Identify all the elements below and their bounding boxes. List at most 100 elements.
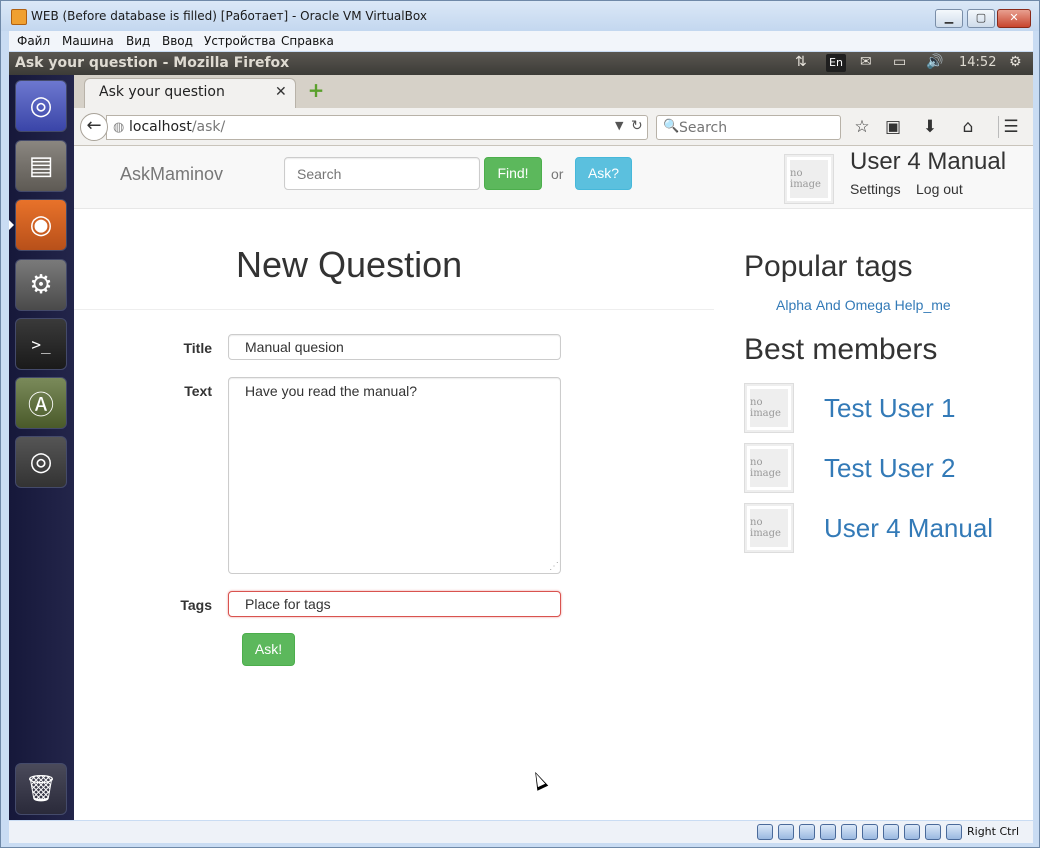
member-avatar[interactable]: no image — [744, 383, 794, 433]
url-host: localhost — [129, 119, 192, 135]
tab-close-icon[interactable]: ✕ — [275, 84, 287, 100]
tag-link[interactable]: Omega — [845, 297, 891, 313]
member-link[interactable]: User 4 Manual — [824, 513, 993, 544]
member-item: no image Test User 1 — [744, 383, 1033, 435]
window-titlebar[interactable]: WEB (Before database is filled) [Работае… — [1, 1, 1039, 31]
member-link[interactable]: Test User 1 — [824, 393, 956, 424]
window-title: WEB (Before database is filled) [Работае… — [31, 9, 427, 23]
virtualbox-window: WEB (Before database is filled) [Работае… — [0, 0, 1040, 848]
toolbar-separator — [998, 116, 999, 138]
popular-tags-heading: Popular tags — [744, 250, 913, 283]
settings-icon[interactable]: ⚙ — [15, 259, 67, 311]
trash-icon[interactable]: 🗑 — [15, 763, 67, 815]
volume-icon[interactable]: 🔊 — [926, 54, 943, 70]
web-page: AskMaminov Find! or Ask? no image User 4… — [74, 146, 1033, 820]
minimize-button[interactable]: ▁ — [935, 9, 963, 28]
keyboard-layout-indicator[interactable]: En — [826, 54, 846, 72]
new-tab-icon[interactable]: + — [306, 80, 326, 101]
avatar-no-image: no image — [747, 446, 791, 490]
tag-link[interactable]: Alpha — [776, 297, 812, 313]
bookmark-star-icon[interactable]: ☆ — [851, 116, 873, 138]
url-text[interactable]: localhost/ask/ — [129, 119, 225, 135]
vbox-status-bar: Right Ctrl — [9, 821, 1033, 843]
software-updater-icon[interactable]: Ⓐ — [15, 377, 67, 429]
cpu-icon[interactable] — [925, 824, 941, 840]
battery-icon[interactable]: ▭ — [893, 54, 906, 70]
network-icon[interactable]: ⇅ — [795, 54, 807, 70]
terminal-icon[interactable]: >_ — [15, 318, 67, 370]
menu-hamburger-icon[interactable]: ☰ — [1000, 116, 1022, 138]
menu-file[interactable]: Файл — [17, 34, 50, 48]
tags-label: Tags — [180, 597, 212, 613]
tag-link[interactable]: And — [816, 297, 841, 313]
vbox-menubar: Файл Машина Вид Ввод Устройства Справка — [9, 31, 1033, 51]
url-bar[interactable]: ◍ localhost/ask/ ▼ ↻ — [106, 115, 648, 140]
popular-tags-list: Alpha And Omega Help_me — [776, 297, 955, 313]
clock[interactable]: 14:52 — [959, 55, 996, 70]
site-navbar: AskMaminov Find! or Ask? no image User 4… — [74, 146, 1033, 209]
member-avatar[interactable]: no image — [744, 503, 794, 553]
browser-search-input[interactable] — [679, 118, 837, 137]
hdd-icon[interactable] — [757, 824, 773, 840]
shared-folders-icon[interactable] — [841, 824, 857, 840]
firefox-window: Ask your question ✕ + ◍ localhost/ask/ ▼… — [74, 75, 1033, 820]
back-button[interactable]: ← — [80, 113, 108, 141]
navigation-toolbar: ◍ localhost/ask/ ▼ ↻ ← 🔍 ☆ ▣ ⬇ ⌂ ☰ — [74, 108, 1033, 146]
reading-list-icon[interactable]: ▣ — [882, 116, 904, 138]
member-link[interactable]: Test User 2 — [824, 453, 956, 484]
tag-link[interactable]: Help_me — [895, 297, 951, 313]
ask-button[interactable]: Ask? — [575, 157, 632, 190]
audio-icon[interactable] — [799, 824, 815, 840]
browser-search-box[interactable]: 🔍 — [656, 115, 841, 140]
url-dropdown-icon[interactable]: ▼ — [615, 119, 623, 132]
mouse-integration-icon[interactable] — [946, 824, 962, 840]
best-members-heading: Best members — [744, 333, 938, 366]
member-item: no image User 4 Manual — [744, 503, 1033, 555]
text-label: Text — [184, 383, 212, 399]
settings-link[interactable]: Settings — [850, 181, 901, 197]
files-icon[interactable]: ▤ — [15, 140, 67, 192]
tab-strip: Ask your question ✕ + — [74, 75, 1033, 108]
tags-input[interactable] — [228, 591, 561, 617]
home-icon[interactable]: ⌂ — [957, 116, 979, 138]
downloads-icon[interactable]: ⬇ — [919, 116, 941, 138]
logout-link[interactable]: Log out — [916, 181, 963, 197]
search-icon: 🔍 — [663, 119, 680, 134]
menu-devices[interactable]: Устройства — [204, 34, 276, 48]
find-button[interactable]: Find! — [484, 157, 542, 190]
avatar-no-image: no image — [747, 506, 791, 550]
ubuntu-top-panel: Ask your question - Mozilla Firefox ⇅ En… — [9, 52, 1033, 75]
menu-machine[interactable]: Машина — [62, 34, 114, 48]
dvd-icon[interactable]: ◎ — [15, 436, 67, 488]
maximize-button[interactable]: ▢ — [967, 9, 995, 28]
text-textarea[interactable]: Have you read the manual? — [228, 377, 561, 574]
site-brand[interactable]: AskMaminov — [120, 164, 223, 185]
display-icon[interactable] — [862, 824, 878, 840]
optical-drive-icon[interactable] — [778, 824, 794, 840]
gear-icon[interactable]: ⚙ — [1009, 54, 1022, 70]
mouse-cursor-icon — [529, 769, 549, 791]
video-capture-icon[interactable] — [904, 824, 920, 840]
active-app-arrow — [9, 220, 14, 230]
guest-screen: Ask your question - Mozilla Firefox ⇅ En… — [9, 52, 1033, 820]
title-label: Title — [183, 340, 212, 356]
menu-help[interactable]: Справка — [281, 34, 334, 48]
user-avatar[interactable]: no image — [784, 154, 834, 204]
close-button[interactable]: ✕ — [997, 9, 1031, 28]
mail-icon[interactable]: ✉ — [860, 54, 872, 70]
title-input[interactable] — [228, 334, 561, 360]
menu-input[interactable]: Ввод — [162, 34, 193, 48]
virtualbox-icon — [11, 9, 27, 25]
username: User 4 Manual — [850, 148, 1007, 175]
resize-grip-icon[interactable]: ⋰ — [549, 562, 559, 572]
menu-view[interactable]: Вид — [126, 34, 150, 48]
site-search-input[interactable] — [284, 157, 480, 190]
network-adapter-icon[interactable] — [883, 824, 899, 840]
usb-icon[interactable] — [820, 824, 836, 840]
submit-ask-button[interactable]: Ask! — [242, 633, 295, 666]
ubuntu-dash-icon[interactable]: ◎ — [15, 80, 67, 132]
reload-icon[interactable]: ↻ — [631, 118, 643, 134]
member-avatar[interactable]: no image — [744, 443, 794, 493]
firefox-icon[interactable]: ◉ — [15, 199, 67, 251]
tab-ask-question[interactable]: Ask your question ✕ — [84, 78, 296, 108]
